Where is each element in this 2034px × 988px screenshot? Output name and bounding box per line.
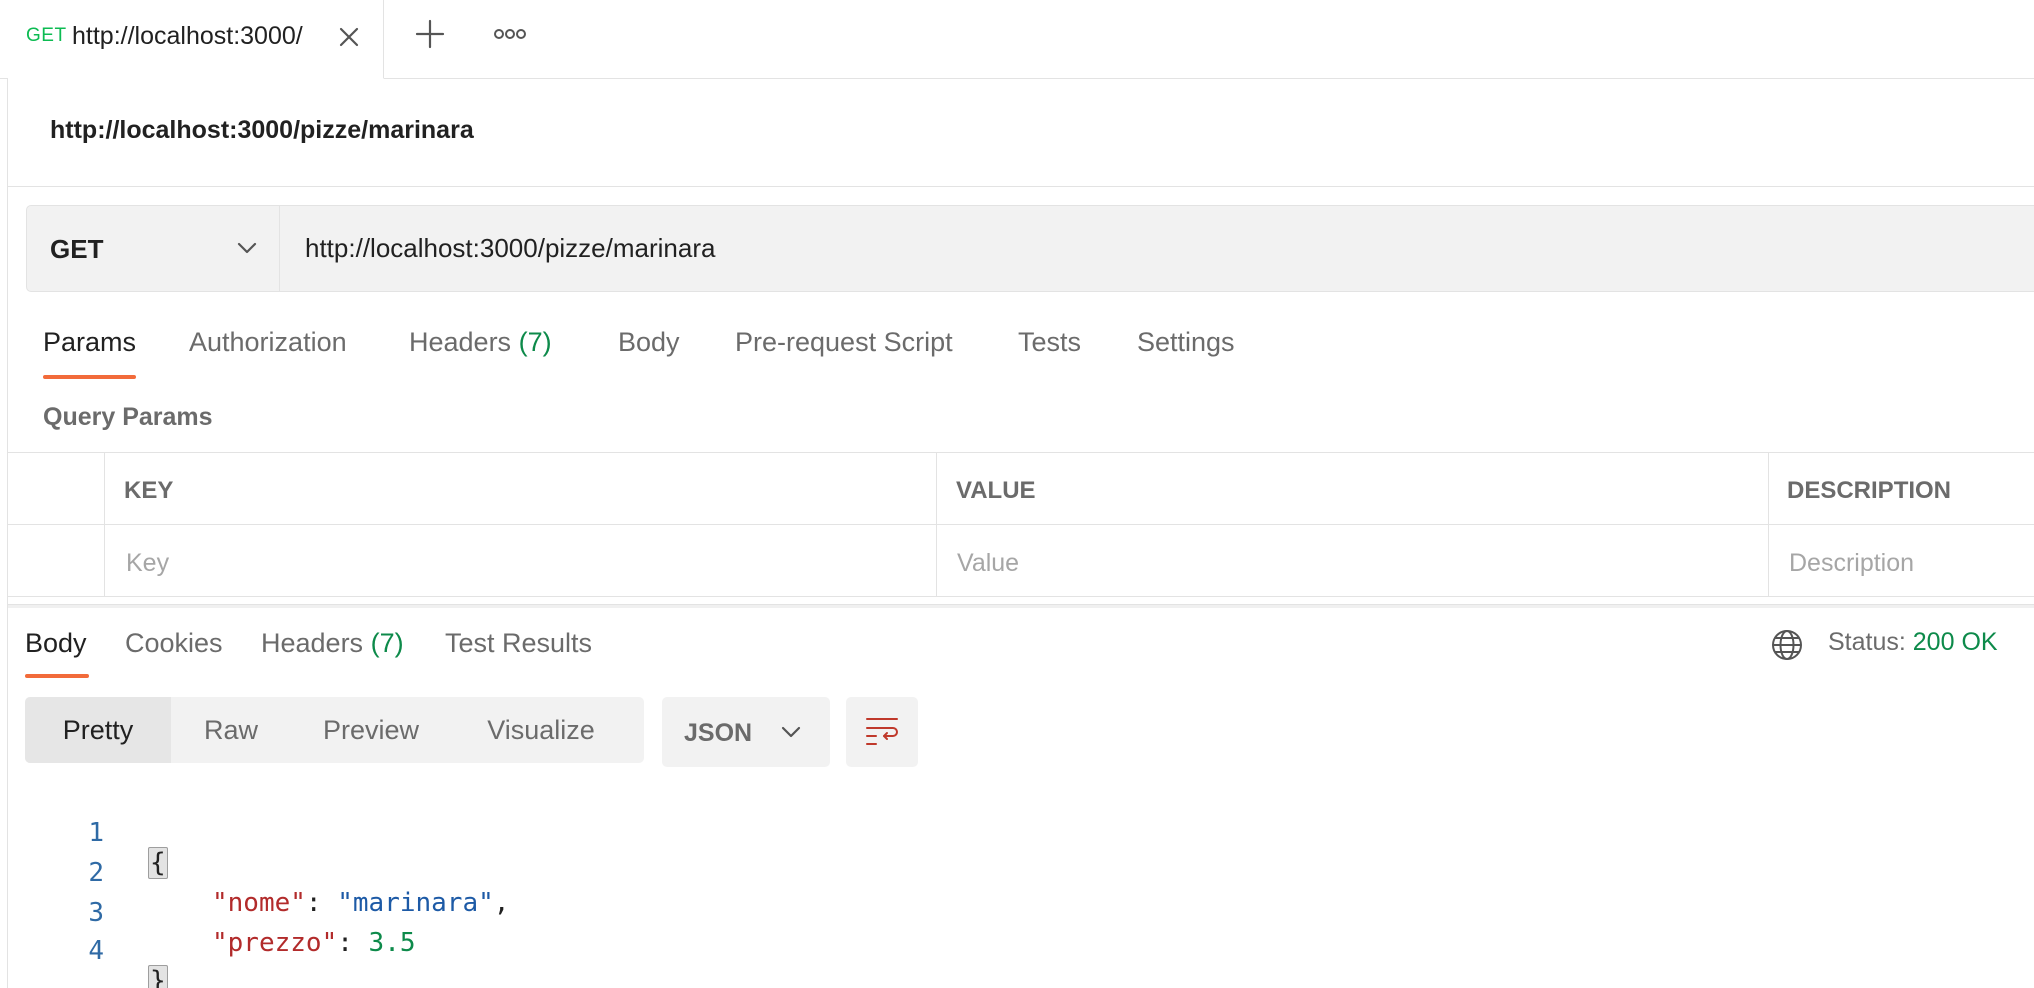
format-select[interactable]: JSON [662,697,830,767]
close-icon[interactable] [336,24,362,50]
view-preview-button[interactable]: Preview [291,697,451,763]
response-status: Status: 200 OK [1828,628,1998,657]
code-line: 4 } [60,906,168,988]
tab-pre-request-script[interactable]: Pre-request Script [735,327,953,358]
status-label: Status: [1828,628,1906,656]
column-header-description: DESCRIPTION [1768,453,2034,525]
column-header-key-label: KEY [124,477,174,504]
url-input[interactable]: http://localhost:3000/pizze/marinara [305,233,715,264]
json-key: "nome" [212,888,306,918]
method-select[interactable]: GET [27,206,280,291]
column-header-key: KEY [104,453,936,525]
view-raw-button[interactable]: Raw [171,697,291,763]
tab-tests[interactable]: Tests [1018,327,1081,358]
status-badge[interactable]: 200 OK [1913,628,1998,656]
left-rail [0,79,8,988]
value-input-placeholder: Value [957,549,1020,577]
json-colon: : [305,888,338,918]
json-key: "prezzo" [212,928,338,958]
tab-headers[interactable]: Headers (7) [409,327,552,358]
description-input-placeholder: Description [1789,549,1915,577]
key-input[interactable]: Key [104,525,936,597]
new-tab-button[interactable] [408,14,452,58]
column-header-description-label: DESCRIPTION [1787,477,1952,504]
chevron-down-icon [780,721,802,743]
view-pretty-button[interactable]: Pretty [25,697,171,763]
request-name[interactable]: http://localhost:3000/pizze/marinara [50,116,474,145]
description-input[interactable]: Description [1768,525,2034,597]
json-string-value: "marinara" [337,888,494,918]
tab-strip: GET http://localhost:3000/ [0,0,2034,79]
method-label: GET [50,234,104,264]
response-tab-test-results[interactable]: Test Results [445,628,592,659]
active-tab-indicator [43,375,136,379]
query-params-table: KEY VALUE DESCRIPTION Key Value Descript… [8,452,2034,598]
more-icon [493,27,527,46]
json-comma: , [493,888,510,918]
response-tab-headers-count: (7) [370,628,404,658]
tab-settings[interactable]: Settings [1137,327,1235,358]
active-response-tab-indicator [25,674,89,678]
url-bar: GET http://localhost:3000/pizze/marinara [26,205,2034,292]
column-header-value: VALUE [936,453,1768,525]
view-visualize-button[interactable]: Visualize [451,697,631,763]
tab-params[interactable]: Params [43,327,136,358]
line-number: 4 [88,936,104,966]
query-params-label: Query Params [43,403,213,431]
response-tab-headers[interactable]: Headers (7) [261,628,404,659]
table-row: Key Value Description [8,525,2034,597]
json-number-value: 3.5 [368,928,416,958]
chevron-down-icon [235,236,259,260]
more-tabs-button[interactable] [488,14,532,58]
globe-icon[interactable] [1770,628,1804,662]
request-tab[interactable]: GET http://localhost:3000/ [8,0,384,79]
table-header-row: KEY VALUE DESCRIPTION [8,453,2034,525]
key-input-placeholder: Key [126,549,170,577]
tab-headers-label: Headers [409,327,512,357]
response-tab-headers-label: Headers [261,628,364,658]
view-mode-group: Pretty Raw Preview Visualize [25,697,644,763]
wrap-lines-icon [864,714,900,751]
response-pane-resizer[interactable] [8,604,2034,608]
tab-body[interactable]: Body [618,327,680,358]
open-brace: { [148,847,168,879]
tab-title: http://localhost:3000/ [72,22,303,50]
format-label: JSON [684,719,753,747]
tab-method-label: GET [26,25,67,46]
code-line: 1 { [60,788,168,879]
plus-icon [414,18,446,55]
tab-headers-count: (7) [518,327,552,357]
column-header-value-label: VALUE [956,477,1036,504]
close-brace: } [148,965,168,988]
tab-authorization[interactable]: Authorization [189,327,347,358]
response-tab-body[interactable]: Body [25,628,87,659]
response-tab-cookies[interactable]: Cookies [125,628,223,659]
value-input[interactable]: Value [936,525,1768,597]
code-line: 3 "prezzo": 3.5 [60,868,415,958]
wrap-lines-button[interactable] [846,697,918,767]
json-colon: : [337,928,369,958]
divider [8,186,2034,187]
code-line: 2 "nome": "marinara", [60,828,509,918]
